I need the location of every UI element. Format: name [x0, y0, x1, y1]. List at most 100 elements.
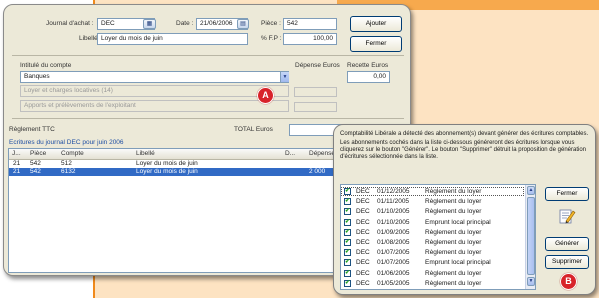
- list-label: Règlement du loyer: [425, 198, 482, 206]
- journal-picker-icon[interactable]: ▦: [143, 19, 156, 29]
- list-journal: DEC: [356, 228, 370, 236]
- list-item[interactable]: ✔ DEC 01/12/2005 Règlement du loyer: [341, 187, 524, 196]
- list-item[interactable]: ✔ DEC 01/08/2005 Règlement du loyer: [341, 238, 524, 247]
- account-row-banques[interactable]: Banques: [20, 71, 289, 83]
- chevron-down-icon[interactable]: ▼: [280, 72, 289, 82]
- list-label: Règlement du loyer: [425, 188, 482, 195]
- list-label: Règlement du loyer: [425, 208, 482, 216]
- cell-depense: 2 000: [309, 168, 326, 175]
- recette-header: Recette Euros: [347, 62, 389, 69]
- checkbox[interactable]: ✔: [344, 198, 351, 206]
- cell-piece: 542: [30, 160, 41, 167]
- piece-value: 542: [287, 20, 298, 27]
- scrollbar[interactable]: ▲ ▼: [525, 185, 535, 289]
- group-divider: [12, 55, 404, 56]
- list-item[interactable]: ✔ DEC 01/07/2005 Emprunt local principal: [341, 258, 524, 267]
- list-item[interactable]: ✔ DEC 01/10/2005 Règlement du loyer: [341, 207, 524, 216]
- list-date: 01/07/2005: [377, 259, 410, 267]
- supprimer-button[interactable]: Supprimer: [545, 255, 589, 269]
- cell-piece: 542: [30, 168, 41, 175]
- piece-label: Pièce :: [261, 20, 281, 27]
- cell-libelle: Loyer du mois de juin: [136, 160, 198, 167]
- account-row-apports[interactable]: Apports et prélèvements de l'exploitant: [20, 100, 289, 112]
- list-date: 01/09/2005: [377, 228, 410, 236]
- checkbox[interactable]: ✔: [344, 259, 351, 267]
- list-date: 01/05/2005: [377, 279, 410, 287]
- list-item[interactable]: ✔ DEC 01/07/2005 Règlement du loyer: [341, 248, 524, 257]
- generer-button[interactable]: Générer: [545, 237, 589, 251]
- total-label: TOTAL Euros: [234, 126, 273, 133]
- fermer-button[interactable]: Fermer: [350, 36, 402, 52]
- scroll-down-icon[interactable]: ▼: [527, 277, 535, 286]
- piece-field[interactable]: 542: [283, 18, 337, 30]
- list-journal: DEC: [356, 208, 370, 216]
- table-row-selected[interactable]: 21 542 6132 Loyer du mois de juin 2 000: [9, 168, 347, 176]
- checkbox[interactable]: ✔: [344, 208, 351, 216]
- list-item[interactable]: ✔ DEC 01/11/2005 Règlement du loyer: [341, 197, 524, 206]
- scroll-thumb[interactable]: [527, 197, 535, 275]
- checkbox[interactable]: ✔: [344, 188, 351, 195]
- subscription-list: ✔ DEC 01/12/2005 Règlement du loyer ✔ DEC 01/1…: [340, 184, 536, 290]
- list-date: 01/06/2005: [377, 269, 410, 277]
- message-line-1: Comptabilité Libérale a détecté des abon…: [340, 131, 589, 137]
- list-label: Règlement du loyer: [425, 239, 482, 246]
- account-label: Loyer et charges locatives (14): [24, 87, 113, 94]
- list-label: Règlement du loyer: [425, 279, 482, 287]
- reglement-label: Règlement TTC: [9, 126, 55, 133]
- column-header[interactable]: J...: [12, 149, 21, 159]
- list-item[interactable]: ✔ DEC 01/06/2005 Règlement du loyer: [341, 269, 524, 278]
- list-label: Règlement du loyer: [425, 228, 482, 236]
- depense-header: Dépense Euros: [295, 62, 340, 69]
- list-journal: DEC: [356, 198, 370, 206]
- list-journal: DEC: [356, 249, 370, 257]
- edit-document-icon[interactable]: [558, 207, 576, 225]
- depense-field[interactable]: [294, 87, 337, 97]
- checkbox[interactable]: ✔: [344, 269, 351, 277]
- calendar-icon[interactable]: ▤: [237, 19, 249, 29]
- libelle-label: Libellé: [79, 35, 98, 42]
- list-label: Emprunt local principal: [425, 218, 491, 226]
- recette-field[interactable]: 0,00: [347, 71, 390, 83]
- list-journal: DEC: [356, 279, 370, 287]
- journal-value: DEC: [101, 20, 115, 27]
- list-journal: DEC: [356, 218, 370, 226]
- cell-j: 21: [13, 160, 21, 167]
- checkbox[interactable]: ✔: [344, 279, 351, 287]
- ajouter-button[interactable]: Ajouter: [350, 16, 402, 32]
- scroll-up-icon[interactable]: ▲: [527, 186, 535, 195]
- callout-badge-b: B: [560, 273, 577, 290]
- list-item[interactable]: ✔ DEC 01/09/2005 Règlement du loyer: [341, 228, 524, 237]
- list-date: 01/12/2005: [377, 188, 410, 195]
- list-item[interactable]: ✔ DEC 01/05/2005 Règlement du loyer: [341, 279, 524, 288]
- dialog-fermer-button[interactable]: Fermer: [545, 187, 589, 201]
- account-row-loyer[interactable]: Loyer et charges locatives (14): [20, 85, 289, 97]
- ecritures-table: J... Pièce Compte Libellé D... Dépense 2…: [8, 148, 348, 273]
- column-header[interactable]: Pièce: [30, 149, 46, 159]
- intitule-header: Intitulé du compte: [20, 62, 72, 69]
- date-value: 21/06/2006: [200, 20, 233, 27]
- list-journal: DEC: [356, 269, 370, 277]
- depense-field[interactable]: [294, 102, 337, 112]
- checkbox[interactable]: ✔: [344, 249, 351, 257]
- ecritures-title: Ecritures du journal DEC pour juin 2006: [9, 139, 124, 146]
- checkbox[interactable]: ✔: [344, 239, 351, 246]
- pct-fp-value: 100,00: [313, 35, 333, 42]
- column-header[interactable]: D...: [285, 149, 295, 159]
- column-header[interactable]: Dépense: [309, 149, 335, 159]
- list-item[interactable]: ✔ DEC 01/10/2005 Emprunt local principal: [341, 218, 524, 227]
- libelle-field[interactable]: Loyer du mois de juin: [97, 33, 248, 45]
- list-date: 01/07/2005: [377, 249, 410, 257]
- list-journal: DEC: [356, 188, 370, 195]
- list-label: Règlement du loyer: [425, 269, 482, 277]
- checkbox[interactable]: ✔: [344, 228, 351, 236]
- subscription-dialog: Comptabilité Libérale a détecté des abon…: [333, 124, 596, 295]
- pct-fp-field[interactable]: 100,00: [283, 33, 337, 45]
- table-row[interactable]: 21 542 512 Loyer du mois de juin: [9, 160, 347, 168]
- column-header[interactable]: Compte: [61, 149, 84, 159]
- group-divider: [12, 118, 404, 119]
- checkbox[interactable]: ✔: [344, 218, 351, 226]
- column-header[interactable]: Libellé: [136, 149, 155, 159]
- account-label: Banques: [24, 73, 50, 80]
- table-header: J... Pièce Compte Libellé D... Dépense: [9, 149, 347, 160]
- recette-value: 0,00: [373, 73, 386, 80]
